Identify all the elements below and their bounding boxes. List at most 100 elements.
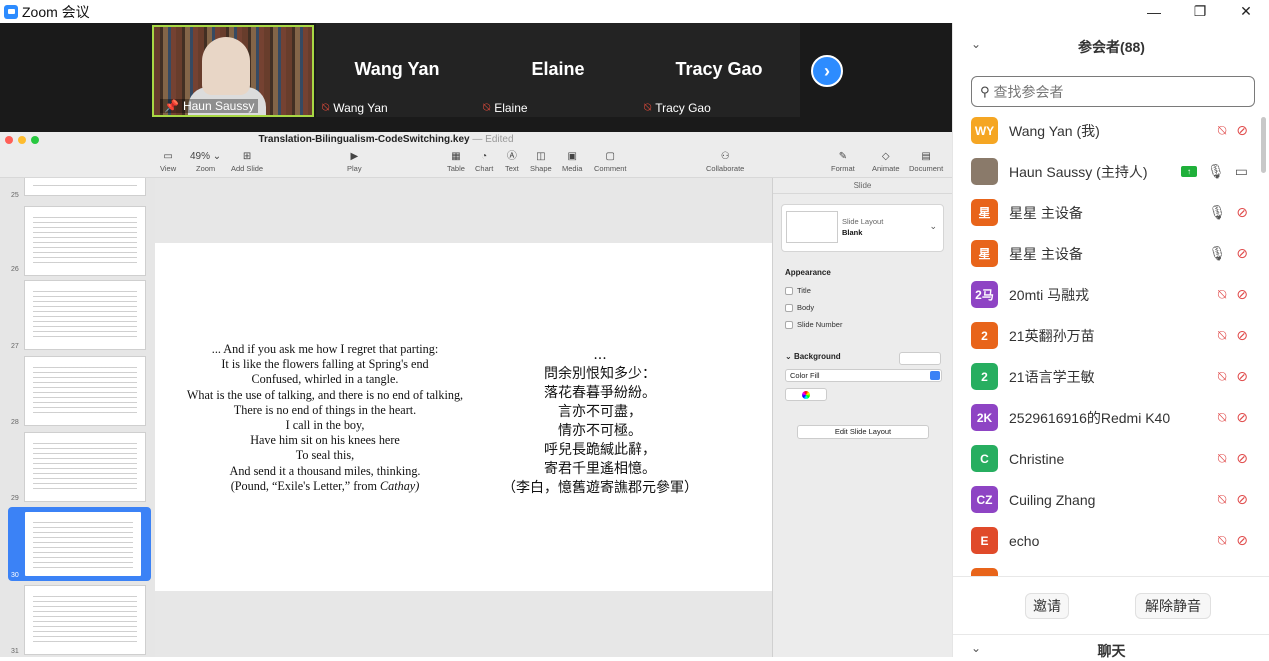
thumbnail-content	[33, 596, 137, 646]
fill-type-select[interactable]: Color Fill	[785, 369, 942, 382]
participant-row[interactable]: 2马 20mti 马融戎 ⍉ ⊘	[953, 274, 1269, 315]
view-button[interactable]: ▭ View	[160, 150, 176, 173]
camera-off-icon[interactable]: ⊘	[1236, 245, 1248, 262]
camera-off-icon[interactable]: ⊘	[1236, 204, 1248, 221]
microphone-muted-icon[interactable]: ⍉	[1218, 491, 1226, 508]
participant-row[interactable]: CZ Cuiling Zhang ⍉ ⊘	[953, 479, 1269, 520]
comment-button[interactable]: ▢ Comment	[594, 150, 627, 173]
format-button[interactable]: ✎ Format	[831, 150, 855, 173]
body-checkbox[interactable]: Body	[785, 303, 814, 312]
restore-button[interactable]: ❐	[1177, 0, 1223, 23]
participant-row[interactable]: C Christine ⍉ ⊘	[953, 438, 1269, 479]
play-label: Play	[347, 164, 362, 173]
animate-button[interactable]: ◇ Animate	[872, 150, 900, 173]
camera-icon[interactable]: ▭	[1235, 163, 1248, 180]
participant-row[interactable]: 星星星 主设备 🎙︎ ⊘	[953, 192, 1269, 233]
video-tile-elaine[interactable]: Elaine ⍉ Elaine	[477, 23, 639, 117]
play-button[interactable]: ▶ Play	[347, 150, 362, 173]
microphone-muted-icon[interactable]: ⍉	[1218, 409, 1226, 426]
video-tile-tracy-gao[interactable]: Tracy Gao ⍉ Tracy Gao	[638, 23, 800, 117]
participant-row[interactable]: 2 21英翻孙万苗 ⍉ ⊘	[953, 315, 1269, 356]
participants-footer: 邀请 解除静音	[953, 576, 1269, 628]
participant-row[interactable]: 2K 2529616916的Redmi K40 ⍉ ⊘	[953, 397, 1269, 438]
microphone-muted-icon[interactable]: ⍉	[1218, 450, 1226, 467]
background-heading[interactable]: ⌄ Background	[785, 352, 841, 361]
microphone-muted-icon[interactable]: ⍉	[1218, 532, 1226, 549]
collaborate-button[interactable]: ⚇ Collaborate	[706, 150, 744, 173]
camera-off-icon[interactable]: ⊘	[1236, 532, 1248, 549]
participant-row[interactable]: Eecho ⍉ ⊘	[953, 520, 1269, 561]
participant-row[interactable]: Haun Saussy (主持人) ↑ 🎙︎ ▭	[953, 151, 1269, 192]
window-titlebar: Zoom 会议 — ❐ ✕	[0, 0, 1269, 23]
search-input[interactable]	[993, 83, 1234, 100]
unmute-button[interactable]: 解除静音	[1135, 593, 1211, 619]
shape-label: Shape	[530, 164, 552, 173]
slide-number-checkbox[interactable]: Slide Number	[785, 320, 842, 329]
slide-thumbnail[interactable]	[24, 356, 146, 426]
poem-line: And send it a thousand miles, thinking.	[229, 463, 421, 478]
background-color-swatch[interactable]	[899, 352, 941, 365]
edit-slide-layout-button[interactable]: Edit Slide Layout	[797, 425, 929, 439]
slide-thumbnail[interactable]	[24, 280, 146, 350]
video-label-name: Wang Yan	[333, 100, 388, 115]
citation-text: (Pound, “Exile's Letter,” from	[230, 478, 380, 493]
microphone-muted-icon[interactable]: ⍉	[1218, 286, 1226, 303]
video-label: ⍉ Tracy Gao	[644, 100, 711, 115]
text-button[interactable]: Ⓐ Text	[505, 150, 519, 173]
table-button[interactable]: ▦ Table	[447, 150, 465, 173]
participant-list-scrollbar[interactable]	[1261, 117, 1266, 173]
document-button[interactable]: ▤ Document	[909, 150, 943, 173]
add-slide-icon: ⊞	[242, 151, 252, 162]
participant-name: Christine	[1009, 450, 1065, 467]
current-slide[interactable]: ... And if you ask me how I regret that …	[155, 243, 772, 591]
add-slide-button[interactable]: ⊞ Add Slide	[231, 150, 263, 173]
invite-button[interactable]: 邀请	[1025, 593, 1069, 619]
animate-label: Animate	[872, 164, 900, 173]
zoom-button[interactable]: 49% ⌄ Zoom	[190, 150, 221, 173]
camera-off-icon[interactable]: ⊘	[1236, 368, 1248, 385]
window-title: Zoom 会议	[22, 3, 90, 20]
camera-off-icon[interactable]: ⊘	[1236, 409, 1248, 426]
slide-thumbnail[interactable]	[24, 206, 146, 276]
camera-off-icon[interactable]: ⊘	[1236, 327, 1248, 344]
participant-row[interactable]: 2 21语言学王敏 ⍉ ⊘	[953, 356, 1269, 397]
chart-button[interactable]: ◔ Chart	[475, 150, 493, 173]
media-button[interactable]: ▣ Media	[562, 150, 582, 173]
avatar: 星	[971, 240, 998, 267]
microphone-muted-icon[interactable]: ⍉	[1218, 368, 1226, 385]
inspector-tab-slide[interactable]: Slide	[773, 178, 952, 194]
citation-title: Cathay)	[380, 478, 420, 493]
microphone-muted-icon[interactable]: ⍉	[1218, 327, 1226, 344]
poem-line: It is like the flowers falling at Spring…	[221, 357, 429, 372]
title-checkbox[interactable]: Title	[785, 286, 811, 295]
next-page-arrow-icon[interactable]: ›	[811, 55, 843, 87]
video-label: ⍉ Wang Yan	[322, 100, 388, 115]
participant-row[interactable]: ⍉⊘	[953, 561, 1269, 576]
slide-layout-picker[interactable]: Slide Layout Blank ⌄	[781, 204, 944, 252]
color-wheel-icon[interactable]	[785, 388, 827, 401]
minimize-button[interactable]: —	[1131, 0, 1177, 23]
close-button[interactable]: ✕	[1223, 0, 1269, 23]
camera-off-icon[interactable]: ⊘	[1236, 450, 1248, 467]
slide-thumbnail[interactable]	[24, 178, 146, 196]
participant-row[interactable]: WY Wang Yan (我) ⍉ ⊘	[953, 110, 1269, 151]
camera-off-icon[interactable]: ⊘	[1236, 491, 1248, 508]
select-arrows-icon	[930, 371, 940, 380]
microphone-muted-icon[interactable]: ⍉	[1218, 122, 1226, 139]
chat-header: ⌄ 聊天	[953, 634, 1269, 659]
video-tile-haun-saussy[interactable]: 📌 Haun Saussy	[152, 25, 314, 117]
video-tile-wang-yan[interactable]: Wang Yan ⍉ Wang Yan	[316, 23, 478, 117]
shape-button[interactable]: ◫ Shape	[530, 150, 552, 173]
participant-row[interactable]: 星星星 主设备 🎙︎ ⊘	[953, 233, 1269, 274]
slide-thumbnail-selected[interactable]	[22, 509, 144, 579]
poem-line: Have him sit on his knees here	[250, 433, 400, 448]
camera-off-icon[interactable]: ⊘	[1236, 286, 1248, 303]
background-label: Background	[793, 352, 841, 361]
slide-thumbnail[interactable]	[24, 585, 146, 655]
camera-off-icon[interactable]: ⊘	[1236, 122, 1248, 139]
microphone-icon[interactable]: 🎙︎	[1208, 204, 1226, 221]
slide-thumbnail[interactable]	[24, 432, 146, 502]
microphone-icon[interactable]: 🎙︎	[1208, 245, 1226, 262]
participant-search[interactable]: ⚲	[971, 76, 1255, 107]
microphone-icon[interactable]: 🎙︎	[1207, 163, 1225, 180]
